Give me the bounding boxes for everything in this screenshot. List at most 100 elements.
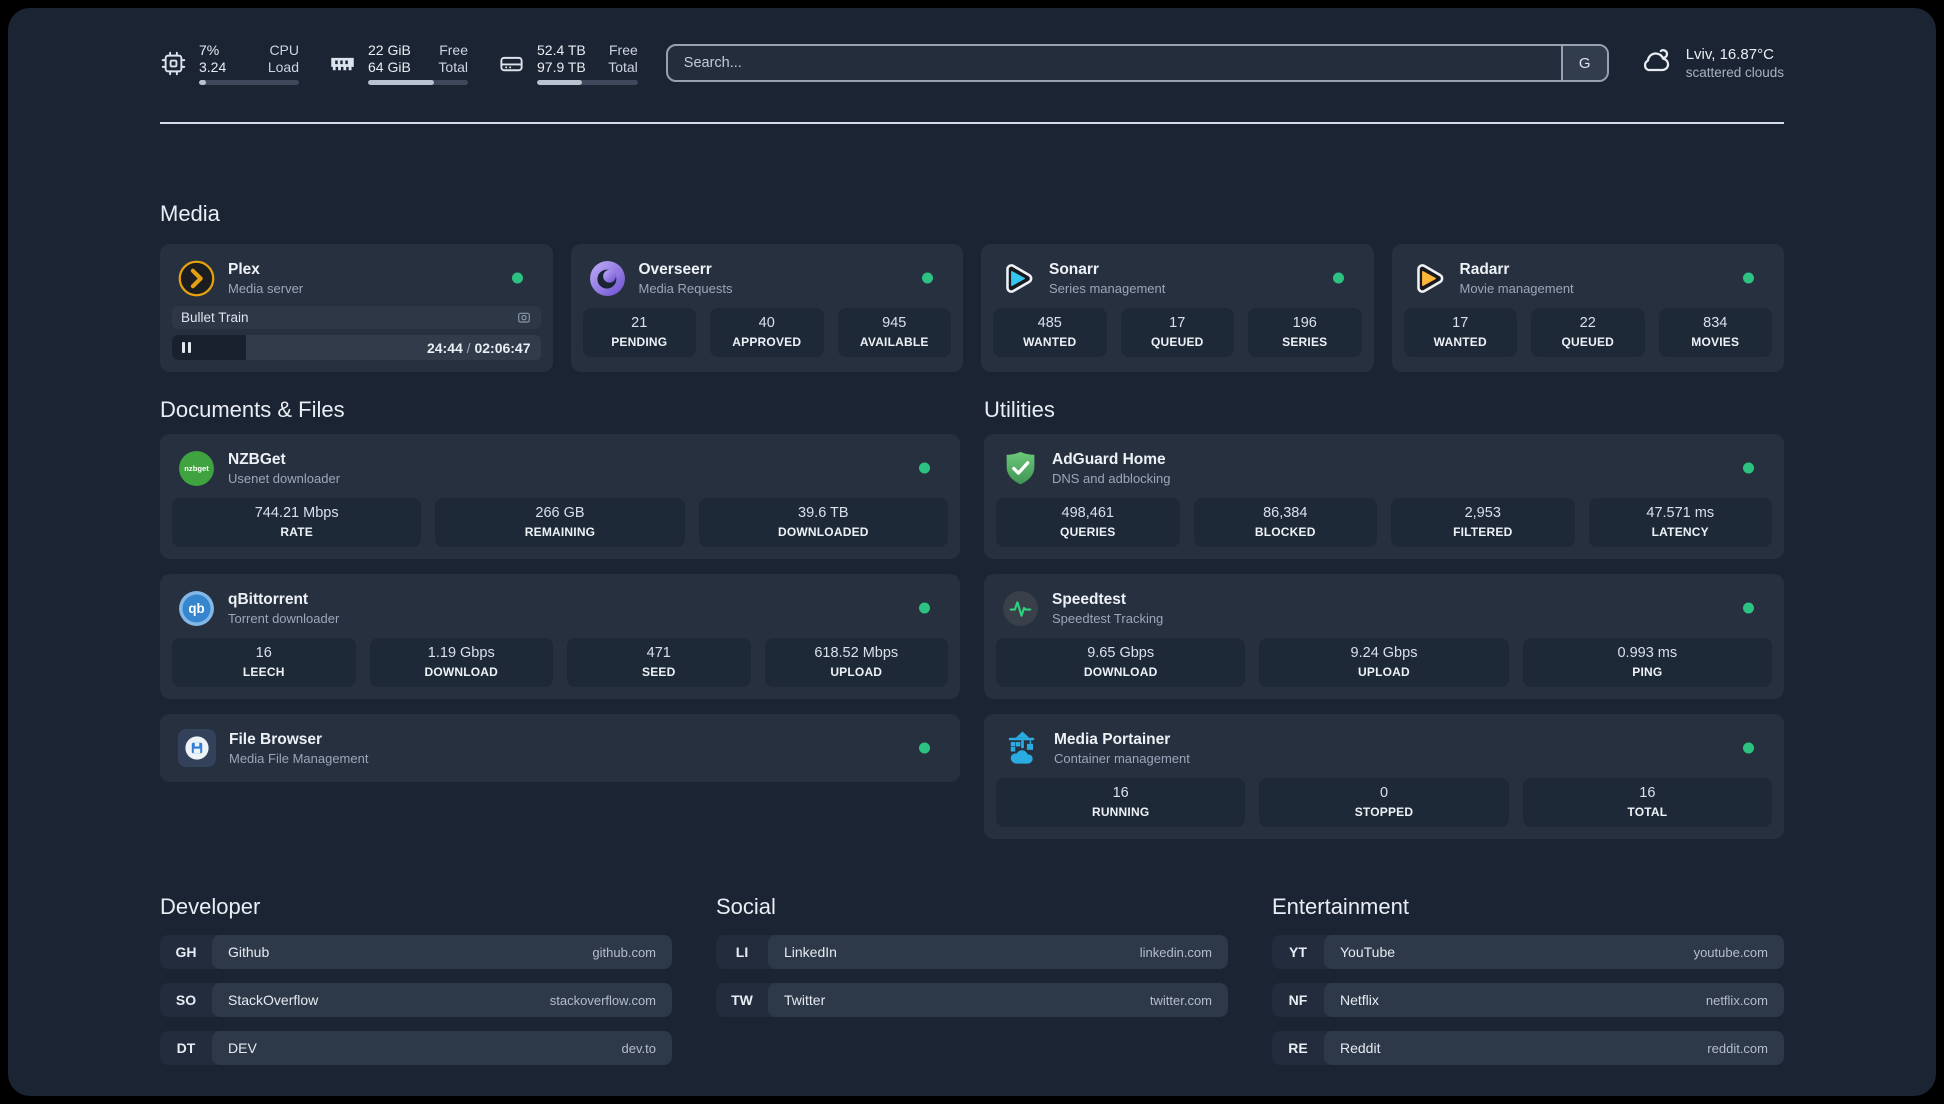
service-card-sonarr: Sonarr Series management 485 WANTED 17 Q… (981, 244, 1374, 372)
stat-queued: 22 QUEUED (1531, 308, 1645, 357)
bookmark-name: Netflix (1340, 992, 1379, 1008)
weather-widget: Lviv, 16.87°C scattered clouds (1637, 43, 1784, 84)
stat-movies: 834 MOVIES (1658, 308, 1772, 357)
bookmark-netflix[interactable]: NF Netflix netflix.com (1272, 983, 1784, 1017)
bookmark-name: Github (228, 944, 270, 960)
status-dot (1332, 272, 1344, 284)
stat-wanted: 485 WANTED (993, 308, 1107, 357)
now-playing-row: Bullet Train (172, 306, 541, 329)
disk-widget: 52.4 TB 97.9 TB Free Total (498, 42, 638, 85)
service-link-filebrowser[interactable]: File Browser Media File Management (172, 726, 948, 770)
service-desc: Series management (1049, 280, 1166, 296)
section-documents: Documents & Files nzbget NZBGet Usenet d… (160, 396, 960, 782)
service-link-radarr[interactable]: Radarr Movie management (1404, 256, 1773, 300)
top-bar: 7% 3.24 CPU Load 22 GiB 64 GiB Free Tota… (160, 40, 1784, 86)
plex-icon (178, 260, 215, 297)
service-desc: Container management (1054, 750, 1190, 766)
stat-approved: 40 APPROVED (710, 308, 824, 357)
bookmark-abbr: NF (1288, 992, 1308, 1008)
memory-icon (329, 50, 356, 77)
service-link-nzbget[interactable]: nzbget NZBGet Usenet downloader (172, 446, 948, 490)
bookmark-linkedin[interactable]: LI LinkedIn linkedin.com (716, 935, 1228, 969)
bookmark-url: youtube.com (1693, 944, 1768, 960)
service-link-speedtest[interactable]: Speedtest Speedtest Tracking (996, 586, 1772, 630)
service-link-portainer[interactable]: Media Portainer Container management (996, 726, 1772, 770)
bookmark-abbr: TW (731, 992, 753, 1008)
bookmark-youtube[interactable]: YT YouTube youtube.com (1272, 935, 1784, 969)
status-dot (511, 272, 523, 284)
service-name: Plex (228, 260, 260, 278)
stat-ping: 0.993 ms PING (1522, 638, 1772, 687)
service-desc: Movie management (1459, 280, 1574, 296)
service-card-qbittorrent: qb qBittorrent Torrent downloader 16 LEE… (160, 574, 960, 699)
status-dot (919, 602, 930, 614)
service-link-qbittorrent[interactable]: qb qBittorrent Torrent downloader (172, 586, 948, 630)
adguard-icon (1002, 450, 1039, 487)
disk-free-value: 52.4 TB (537, 41, 586, 58)
service-link-adguard[interactable]: AdGuard Home DNS and adblocking (996, 446, 1772, 490)
weather-location-temp: Lviv, 16.87°C (1685, 46, 1774, 63)
stat-blocked: 86,384 BLOCKED (1193, 498, 1377, 547)
nzbget-icon: nzbget (178, 450, 215, 487)
service-name: Speedtest (1052, 590, 1127, 608)
cpu-usage-value: 7% (199, 41, 220, 58)
service-link-overseerr[interactable]: Overseerr Media Requests (583, 256, 952, 300)
section-media: Media Plex Media server Bullet Train 24:… (160, 200, 1784, 372)
bookmark-abbr: RE (1288, 1040, 1308, 1056)
section-social: Social LI LinkedIn linkedin.com TW Twitt… (716, 893, 1228, 1017)
stat-upload: 618.52 Mbps UPLOAD (764, 638, 948, 687)
service-card-overseerr: Overseerr Media Requests 21 PENDING 40 A… (570, 244, 963, 372)
service-link-plex[interactable]: Plex Media server (172, 256, 541, 300)
service-link-sonarr[interactable]: Sonarr Series management (993, 256, 1362, 300)
service-desc: Speedtest Tracking (1052, 610, 1164, 626)
bookmark-url: reddit.com (1707, 1040, 1768, 1056)
service-name: File Browser (229, 730, 323, 748)
service-card-nzbget: nzbget NZBGet Usenet downloader 744.21 M… (160, 434, 960, 559)
search-input[interactable] (667, 46, 1561, 80)
stat-wanted: 17 WANTED (1403, 308, 1517, 357)
qbittorrent-icon: qb (178, 590, 215, 627)
radarr-icon (1410, 260, 1447, 297)
service-name: Media Portainer (1054, 730, 1171, 748)
bookmark-name: YouTube (1340, 944, 1396, 960)
service-name: Sonarr (1049, 260, 1099, 278)
cpu-progress-bar (199, 79, 299, 85)
service-desc: Media File Management (229, 750, 369, 766)
disk-total-value: 97.9 TB (537, 58, 586, 75)
memory-total-value: 64 GiB (368, 58, 411, 75)
bookmark-url: github.com (592, 944, 656, 960)
search-bar: G (665, 44, 1609, 82)
cpu-widget: 7% 3.24 CPU Load (160, 42, 299, 85)
bookmark-abbr: LI (735, 944, 749, 960)
stat-upload: 9.24 Gbps UPLOAD (1259, 638, 1509, 687)
bookmark-reddit[interactable]: RE Reddit reddit.com (1272, 1031, 1784, 1065)
service-name: qBittorrent (228, 590, 309, 608)
bookmark-url: stackoverflow.com (549, 992, 656, 1008)
playback-time: 24:44 / 02:06:47 (426, 339, 531, 356)
playback-progress-bar: 24:44 / 02:06:47 (172, 335, 541, 360)
service-desc: Torrent downloader (228, 610, 340, 626)
section-entertainment: Entertainment YT YouTube youtube.com NF … (1272, 893, 1784, 1065)
section-title-social: Social (716, 894, 776, 919)
bookmark-url: dev.to (621, 1040, 656, 1056)
bookmark-stackoverflow[interactable]: SO StackOverflow stackoverflow.com (160, 983, 672, 1017)
stat-total: 16 TOTAL (1522, 778, 1772, 827)
bookmark-abbr: GH (175, 944, 197, 960)
service-name: NZBGet (228, 450, 286, 468)
bookmark-github[interactable]: GH Github github.com (160, 935, 672, 969)
stat-downloaded: 39.6 TB DOWNLOADED (698, 498, 948, 547)
memory-total-label: Total (438, 58, 468, 75)
service-desc: Media server (228, 280, 304, 296)
bookmark-twitter[interactable]: TW Twitter twitter.com (716, 983, 1228, 1017)
service-name: Radarr (1459, 260, 1510, 278)
section-utilities: Utilities AdGuard Home DNS and adblockin… (984, 396, 1784, 839)
service-card-filebrowser: File Browser Media File Management (160, 714, 960, 782)
bookmark-name: Twitter (784, 992, 826, 1008)
bookmark-name: Reddit (1340, 1040, 1381, 1056)
search-provider-button[interactable]: G (1560, 46, 1607, 80)
bookmark-dev[interactable]: DT DEV dev.to (160, 1031, 672, 1065)
stat-download: 9.65 Gbps DOWNLOAD (996, 638, 1246, 687)
section-title-developer: Developer (160, 894, 261, 919)
status-dot (1743, 602, 1754, 614)
stat-pending: 21 PENDING (582, 308, 696, 357)
